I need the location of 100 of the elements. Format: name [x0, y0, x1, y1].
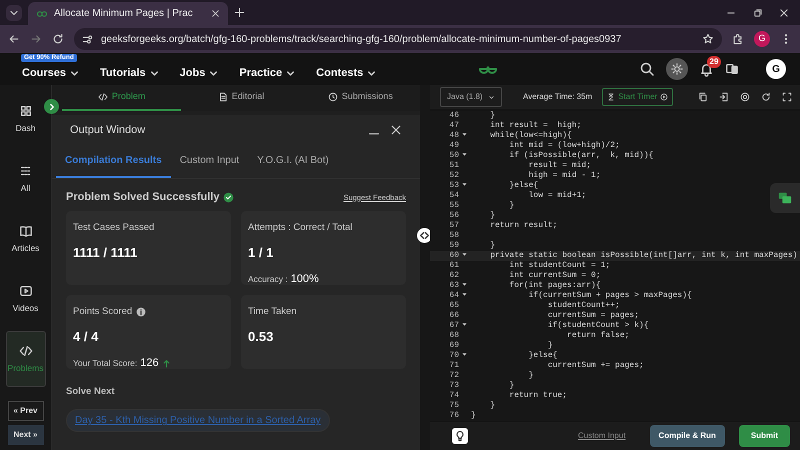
theme-toggle-icon[interactable]	[666, 58, 688, 80]
code-line: if(currentSum + pages > maxPages){	[528, 291, 692, 301]
fullscreen-icon[interactable]	[782, 92, 792, 102]
fold-caret-icon[interactable]	[462, 182, 467, 187]
sidebar-item[interactable]: Problems	[6, 331, 46, 387]
line-number: 65	[448, 301, 460, 311]
translate-icon[interactable]	[724, 62, 738, 76]
problem-tab[interactable]: Problem	[62, 85, 182, 111]
code-line: if(studentCount > k){	[546, 321, 649, 331]
problem-tab[interactable]: Editorial	[181, 85, 301, 111]
code-line: }	[508, 381, 514, 391]
panel-title: Output Window	[70, 122, 146, 138]
line-number: 48	[448, 131, 460, 141]
line-number: 72	[448, 371, 460, 381]
submit-button[interactable]: Submit	[738, 425, 790, 447]
status-heading: Problem Solved Successfully	[66, 190, 220, 205]
reset-icon[interactable]	[761, 92, 771, 102]
line-number: 47	[448, 121, 460, 131]
nav-menu[interactable]: Practice	[239, 67, 296, 79]
code-line: }	[471, 411, 476, 421]
output-tab[interactable]: Compilation Results	[56, 145, 171, 178]
line-number: 54	[448, 191, 460, 201]
line-number: 52	[448, 171, 460, 181]
line-number: 61	[448, 261, 460, 271]
code-line: }else{	[528, 351, 558, 361]
nav-menu[interactable]: Courses	[22, 67, 80, 79]
close-icon[interactable]	[779, 8, 789, 18]
code-line: int result = high;	[489, 121, 582, 131]
site-info-icon[interactable]	[82, 34, 93, 44]
code-line: return false;	[566, 331, 630, 341]
sidebar-item[interactable]: Dash	[6, 91, 46, 147]
code-icon	[18, 344, 32, 358]
settings-icon[interactable]	[740, 92, 750, 102]
line-number: 67	[448, 321, 460, 331]
nav-menu[interactable]: Tutorials	[100, 67, 160, 79]
new-tab-icon[interactable]	[234, 7, 245, 18]
prev-button[interactable]: « Prev	[8, 400, 44, 420]
note-label: Your Total Score:	[73, 356, 138, 370]
reload-icon[interactable]	[52, 33, 64, 45]
fold-caret-icon[interactable]	[462, 132, 467, 137]
extension-icon[interactable]	[732, 33, 744, 45]
nav-menu[interactable]: Jobs	[180, 67, 220, 79]
address-bar[interactable]: geeksforgeeks.org/batch/gfg-160-problems/track/searching-gfg-160/problem/allocate-minimum-number-of-pages0937	[74, 28, 722, 50]
code-line: }	[489, 211, 496, 221]
search-icon[interactable]	[638, 61, 654, 77]
line-number: 69	[448, 341, 460, 351]
sidebar-item[interactable]: Articles	[6, 211, 46, 267]
user-avatar[interactable]: G	[766, 59, 786, 79]
output-tab[interactable]: Y.O.G.I. (AI Bot)	[248, 145, 338, 178]
fold-caret-icon[interactable]	[462, 152, 467, 157]
code-line: studentCount++;	[546, 301, 620, 311]
book-icon	[18, 224, 32, 238]
next-button[interactable]: Next »	[8, 424, 44, 444]
language-select[interactable]: Java (1.8)	[440, 87, 502, 107]
average-time: Average Time: 35m	[523, 91, 592, 103]
code-line: int mid = (low+high)/2;	[508, 141, 620, 151]
chat-button[interactable]	[770, 183, 800, 213]
star-icon[interactable]	[702, 33, 714, 45]
copy-icon[interactable]	[698, 92, 708, 102]
code-line: if (isPossible(arr, k, mid)){	[508, 151, 654, 161]
line-number: 56	[448, 211, 460, 221]
line-number: 46	[448, 111, 460, 121]
custom-input-link[interactable]: Custom Input	[572, 429, 632, 443]
close-icon[interactable]	[211, 9, 220, 18]
video-icon	[18, 284, 32, 298]
forward-icon[interactable]	[30, 33, 42, 45]
restore-icon[interactable]	[752, 8, 762, 18]
note-value: 126	[140, 356, 159, 371]
close-icon[interactable]	[390, 124, 402, 136]
line-number: 53	[448, 181, 460, 191]
lightbulb-icon[interactable]	[452, 428, 468, 444]
check-circle-icon	[223, 192, 234, 203]
import-icon[interactable]	[719, 92, 729, 102]
document-icon	[218, 92, 228, 102]
output-tab[interactable]: Custom Input	[170, 145, 248, 178]
fold-caret-icon[interactable]	[462, 322, 467, 327]
info-icon[interactable]	[136, 307, 146, 318]
compile-run-button[interactable]: Compile & Run	[650, 425, 725, 447]
fold-caret-icon[interactable]	[462, 252, 467, 257]
card-value: 1 / 1	[248, 244, 274, 262]
code-line: high = mid - 1;	[528, 171, 601, 181]
fold-caret-icon[interactable]	[462, 352, 467, 357]
clock-icon	[328, 92, 338, 102]
sidebar-item[interactable]: All	[6, 151, 46, 207]
tab-list-icon[interactable]	[6, 4, 22, 20]
line-number: 68	[448, 331, 460, 341]
line-number: 76	[448, 411, 460, 421]
card-label: Points Scored	[73, 305, 132, 319]
nav-menu[interactable]: Contests	[316, 67, 378, 79]
start-timer-button[interactable]: Start Timer	[602, 88, 674, 106]
profile-avatar[interactable]: G	[754, 31, 770, 47]
code-line: int studentCount = 1;	[508, 261, 610, 271]
sidebar-item[interactable]: Videos	[6, 271, 46, 327]
back-icon[interactable]	[8, 33, 20, 45]
note-value: 100%	[290, 272, 319, 287]
card-label: Time Taken	[248, 305, 297, 319]
code-line: }	[508, 201, 514, 211]
browser-tab[interactable]: Allocate Minimum Pages | Prac	[28, 2, 228, 25]
card-label: Attempts : Correct / Total	[248, 221, 352, 235]
problem-tab[interactable]: Submissions	[300, 85, 420, 111]
